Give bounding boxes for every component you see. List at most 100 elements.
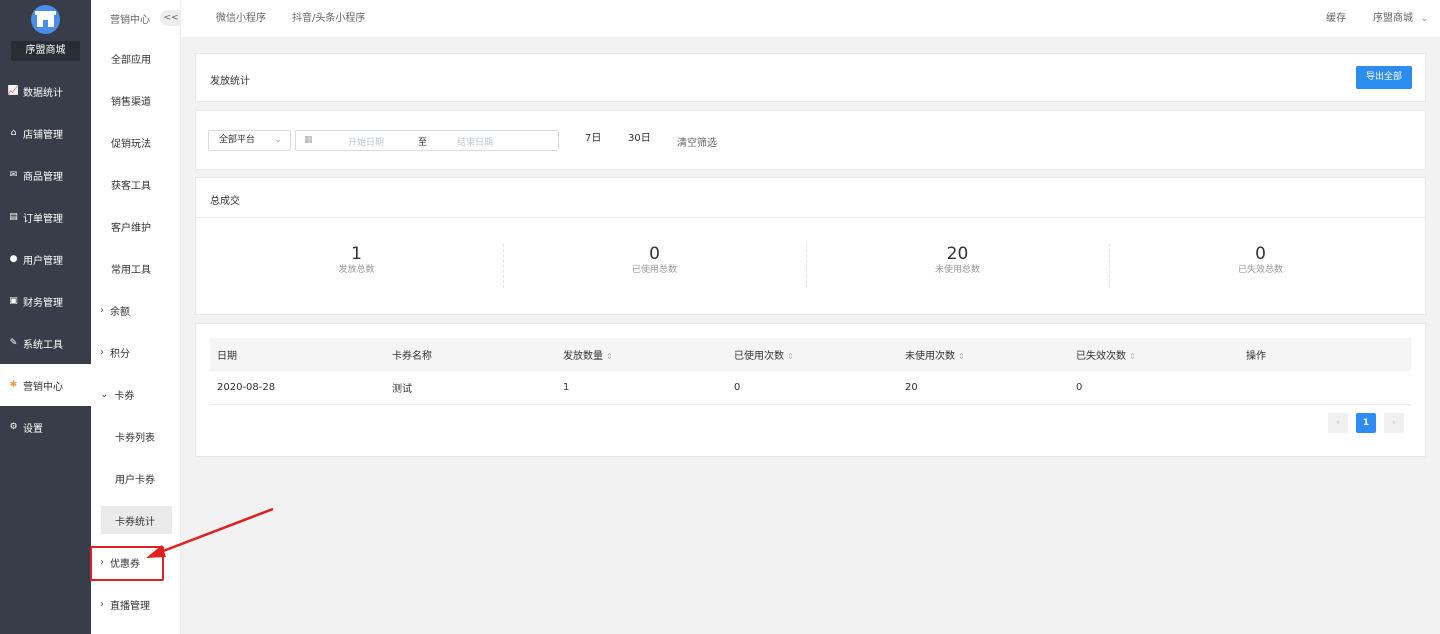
col-date: 日期 bbox=[210, 338, 385, 371]
order-icon: ▤ bbox=[9, 212, 18, 222]
submenu-item-customer-care[interactable]: 客户维护 bbox=[91, 205, 180, 247]
stat-label: 已使用总数 bbox=[631, 265, 677, 275]
nav-item-order-management[interactable]: ▤ 订单管理 bbox=[0, 196, 91, 238]
prev-page-button[interactable]: ‹ bbox=[1328, 413, 1348, 433]
stat-expired-total: 0 已失效总数 bbox=[1109, 244, 1412, 276]
col-label: 未使用次数 bbox=[905, 351, 955, 362]
col-issued-count[interactable]: 发放数量 ⇕ bbox=[556, 338, 727, 371]
col-label: 日期 bbox=[217, 351, 237, 362]
stat-issued-total: 1 发放总数 bbox=[205, 244, 508, 276]
chevron-down-icon: ⌄ bbox=[1420, 13, 1429, 24]
sub-menu: 营销中心 << 全部应用 销售渠道 促销玩法 获客工具 客户维护 常用工具 › … bbox=[91, 0, 182, 634]
nav-item-data-stats[interactable]: 📈 数据统计 bbox=[0, 70, 91, 112]
nav-item-finance-management[interactable]: ▣ 财务管理 bbox=[0, 280, 91, 322]
submenu-item-sales-channel[interactable]: 销售渠道 bbox=[91, 79, 180, 121]
stat-value: 0 bbox=[649, 244, 660, 264]
date-range-picker[interactable]: ▦ 开始日期 至 结束日期 bbox=[295, 130, 559, 151]
nav-label: 系统工具 bbox=[23, 339, 63, 351]
stat-label: 已失效总数 bbox=[1237, 265, 1283, 275]
end-date-input[interactable]: 结束日期 bbox=[457, 135, 493, 148]
submenu-item-card-stats[interactable]: 卡券统计 bbox=[101, 506, 172, 534]
nav-item-user-management[interactable]: ● 用户管理 bbox=[0, 238, 91, 280]
col-label: 已失效次数 bbox=[1076, 351, 1126, 362]
submenu-group-card[interactable]: ⌄ 卡券 bbox=[91, 373, 180, 415]
nav-item-settings[interactable]: ⚙ 设置 bbox=[0, 406, 91, 448]
clear-filter-button[interactable]: 清空筛选 bbox=[677, 134, 717, 149]
submenu-item-acquire-tools[interactable]: 获客工具 bbox=[91, 163, 180, 205]
tab-douyin-miniprogram[interactable]: 抖音/头条小程序 bbox=[292, 0, 365, 37]
marketing-icon: ✱ bbox=[9, 380, 18, 390]
card-stats-table: 日期 卡券名称 发放数量 ⇕ 已使用次数 ⇕ 未使用次数 ⇕ 已失效次数 ⇕ 操作 20… bbox=[210, 338, 1411, 405]
sort-icon[interactable]: ⇕ bbox=[1129, 352, 1136, 361]
table-card: 日期 卡券名称 发放数量 ⇕ 已使用次数 ⇕ 未使用次数 ⇕ 已失效次数 ⇕ 操作 20… bbox=[195, 323, 1426, 457]
nav-item-goods-management[interactable]: ✉ 商品管理 bbox=[0, 154, 91, 196]
submenu-item-card-list[interactable]: 卡券列表 bbox=[91, 415, 180, 457]
col-label: 操作 bbox=[1246, 351, 1266, 362]
submenu-item-user-card[interactable]: 用户卡券 bbox=[91, 457, 180, 499]
table-row: 2020-08-28 测试 1 0 20 0 bbox=[210, 371, 1411, 405]
cell-actions bbox=[1239, 371, 1411, 405]
submenu-item-all-apps[interactable]: 全部应用 bbox=[91, 37, 180, 79]
store-logo[interactable] bbox=[31, 5, 60, 34]
col-label: 卡券名称 bbox=[392, 351, 432, 362]
stat-value: 0 bbox=[1255, 244, 1266, 264]
header-card: 发放统计 导出全部 bbox=[195, 53, 1426, 102]
nav-label: 用户管理 bbox=[23, 255, 63, 267]
stat-used-total: 0 已使用总数 bbox=[503, 244, 806, 276]
summary-title: 总成交 bbox=[210, 196, 240, 207]
start-date-input[interactable]: 开始日期 bbox=[348, 135, 384, 148]
calendar-icon: ▦ bbox=[304, 135, 313, 145]
store-dropdown[interactable]: 序盟商城 ⌄ bbox=[1373, 0, 1429, 37]
chart-icon: 📈 bbox=[7, 86, 20, 96]
collapse-button[interactable]: << bbox=[160, 10, 182, 26]
export-all-button[interactable]: 导出全部 bbox=[1356, 66, 1412, 89]
col-used-times[interactable]: 已使用次数 ⇕ bbox=[727, 338, 898, 371]
stat-unused-total: 20 未使用总数 bbox=[806, 244, 1109, 276]
cell-issued-count: 1 bbox=[556, 371, 727, 405]
gear-icon: ⚙ bbox=[9, 422, 18, 432]
col-card-name: 卡券名称 bbox=[385, 338, 556, 371]
stat-label: 未使用总数 bbox=[934, 265, 980, 275]
submenu-group-label: 积分 bbox=[110, 348, 130, 360]
nav-label: 订单管理 bbox=[23, 213, 63, 225]
stat-value: 20 bbox=[946, 244, 969, 264]
store-door-icon bbox=[43, 20, 48, 27]
store-name[interactable]: 序盟商城 bbox=[11, 41, 80, 61]
goods-icon: ✉ bbox=[9, 170, 18, 180]
submenu-item-common-tools[interactable]: 常用工具 bbox=[91, 247, 180, 289]
chevron-right-icon: › bbox=[100, 304, 104, 316]
platform-select[interactable]: 全部平台 ⌄ bbox=[208, 130, 291, 151]
main-nav: 📈 数据统计 ⌂ 店铺管理 ✉ 商品管理 ▤ 订单管理 ● 用户管理 ▣ 财务管… bbox=[0, 70, 91, 448]
page-number-button[interactable]: 1 bbox=[1356, 413, 1376, 433]
stat-value: 1 bbox=[351, 244, 362, 264]
store-dropdown-label: 序盟商城 bbox=[1373, 13, 1413, 24]
col-unused-times[interactable]: 未使用次数 ⇕ bbox=[898, 338, 1069, 371]
submenu-item-promotion[interactable]: 促销玩法 bbox=[91, 121, 180, 163]
quick-30-days-button[interactable]: 30日 bbox=[628, 129, 651, 144]
wrench-icon: ✎ bbox=[9, 338, 18, 348]
chevron-right-icon: › bbox=[100, 598, 104, 610]
sort-icon[interactable]: ⇕ bbox=[958, 352, 965, 361]
top-bar: 微信小程序 抖音/头条小程序 缓存 序盟商城 ⌄ bbox=[181, 0, 1440, 37]
tab-wechat-miniprogram[interactable]: 微信小程序 bbox=[216, 0, 266, 37]
cell-unused-times: 20 bbox=[898, 371, 1069, 405]
sort-icon[interactable]: ⇕ bbox=[787, 352, 794, 361]
next-page-button[interactable]: › bbox=[1384, 413, 1404, 433]
submenu-group-balance[interactable]: › 余额 bbox=[91, 289, 180, 331]
finance-icon: ▣ bbox=[9, 296, 18, 306]
quick-7-days-button[interactable]: 7日 bbox=[585, 129, 601, 144]
chevron-down-icon: ⌄ bbox=[100, 388, 109, 400]
col-actions: 操作 bbox=[1239, 338, 1411, 371]
submenu-group-points[interactable]: › 积分 bbox=[91, 331, 180, 373]
stat-label: 发放总数 bbox=[338, 265, 375, 275]
nav-label: 营销中心 bbox=[23, 381, 63, 393]
nav-item-store-management[interactable]: ⌂ 店铺管理 bbox=[0, 112, 91, 154]
submenu-group-live[interactable]: › 直播管理 bbox=[91, 583, 180, 625]
sort-icon[interactable]: ⇕ bbox=[606, 352, 613, 361]
nav-item-system-tools[interactable]: ✎ 系统工具 bbox=[0, 322, 91, 364]
nav-item-marketing-center[interactable]: ✱ 营销中心 bbox=[0, 364, 91, 406]
nav-label: 店铺管理 bbox=[23, 129, 63, 141]
cache-button[interactable]: 缓存 bbox=[1326, 0, 1346, 37]
col-expired-times[interactable]: 已失效次数 ⇕ bbox=[1069, 338, 1239, 371]
cell-date: 2020-08-28 bbox=[210, 371, 385, 405]
